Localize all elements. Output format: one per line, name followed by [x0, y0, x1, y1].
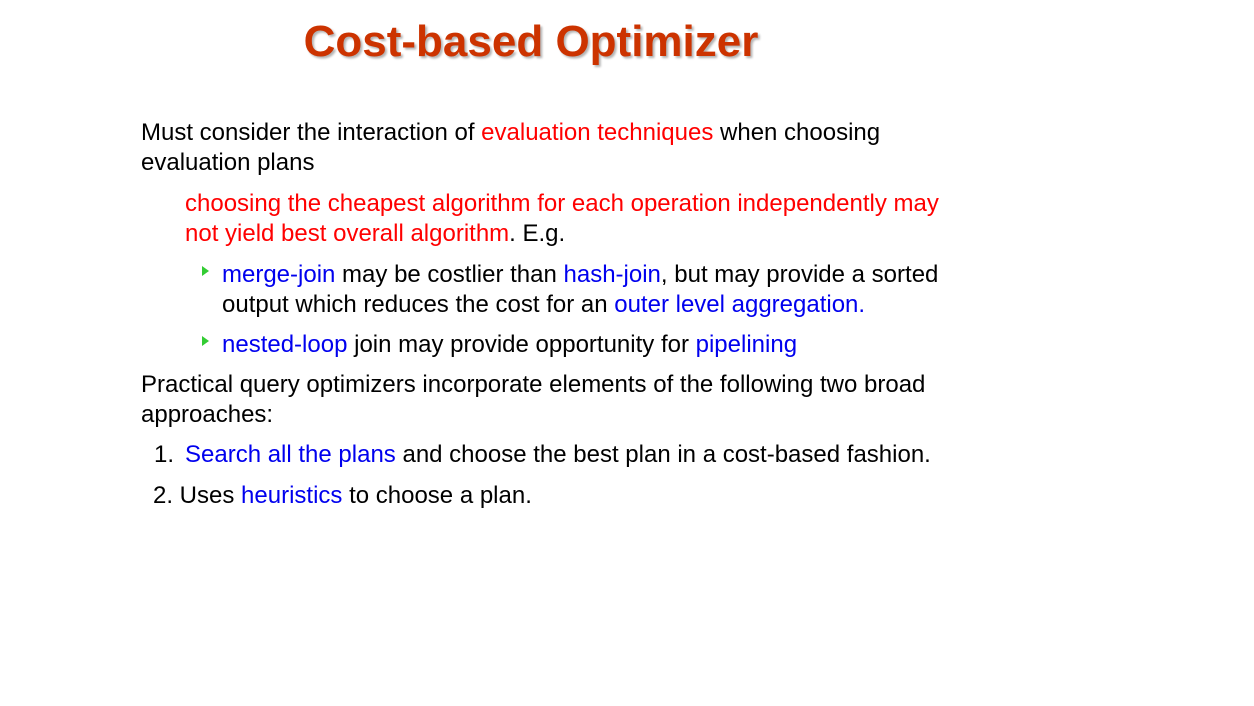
text: join may provide opportunity for — [347, 331, 696, 358]
text: may be costlier than — [335, 261, 564, 288]
paragraph-practical-optimizers: Practical query optimizers incorporate e… — [141, 371, 926, 428]
slide-title: Cost-based Optimizer — [303, 17, 759, 66]
term-search-all-plans: Search all the plans — [185, 441, 396, 468]
term-heuristics: heuristics — [241, 482, 343, 509]
numbered-item-heuristics: 2. Uses heuristics to choose a plan. — [153, 481, 941, 511]
text: . E.g. — [509, 220, 566, 247]
triangle-bullet-icon — [202, 336, 209, 346]
term-merge-join: merge-join — [222, 261, 336, 288]
paragraph-evaluation-interaction: Must consider the interaction of evaluat… — [141, 118, 941, 178]
triangle-bullet-icon — [202, 266, 209, 276]
text: Must consider the interaction of — [141, 119, 482, 146]
paragraph-cheapest-algorithm: choosing the cheapest algorithm for each… — [185, 189, 941, 249]
term-nested-loop: nested-loop — [222, 331, 348, 358]
term-outer-level-aggregation: outer level aggregation. — [614, 291, 866, 318]
bullet-item-merge-join: merge-join may be costlier than hash-joi… — [202, 260, 941, 320]
bullet-item-nested-loop: nested-loop join may provide opportunity… — [202, 330, 941, 360]
text: and choose the best plan in a cost-based… — [395, 441, 931, 468]
text: 2. Uses — [153, 482, 242, 509]
numbered-item-search-plans: 1. Search all the plans and choose the be… — [154, 440, 941, 470]
term-hash-join: hash-join — [563, 261, 661, 288]
slide: Cost-based Optimizer Must consider the i… — [0, 0, 1254, 706]
list-number: 1. — [154, 441, 175, 468]
text: to choose a plan. — [342, 482, 532, 509]
term-pipelining: pipelining — [695, 331, 798, 358]
slide-body: Must consider the interaction of evaluat… — [141, 118, 941, 511]
emphasis-evaluation-techniques: evaluation techniques — [481, 119, 714, 146]
